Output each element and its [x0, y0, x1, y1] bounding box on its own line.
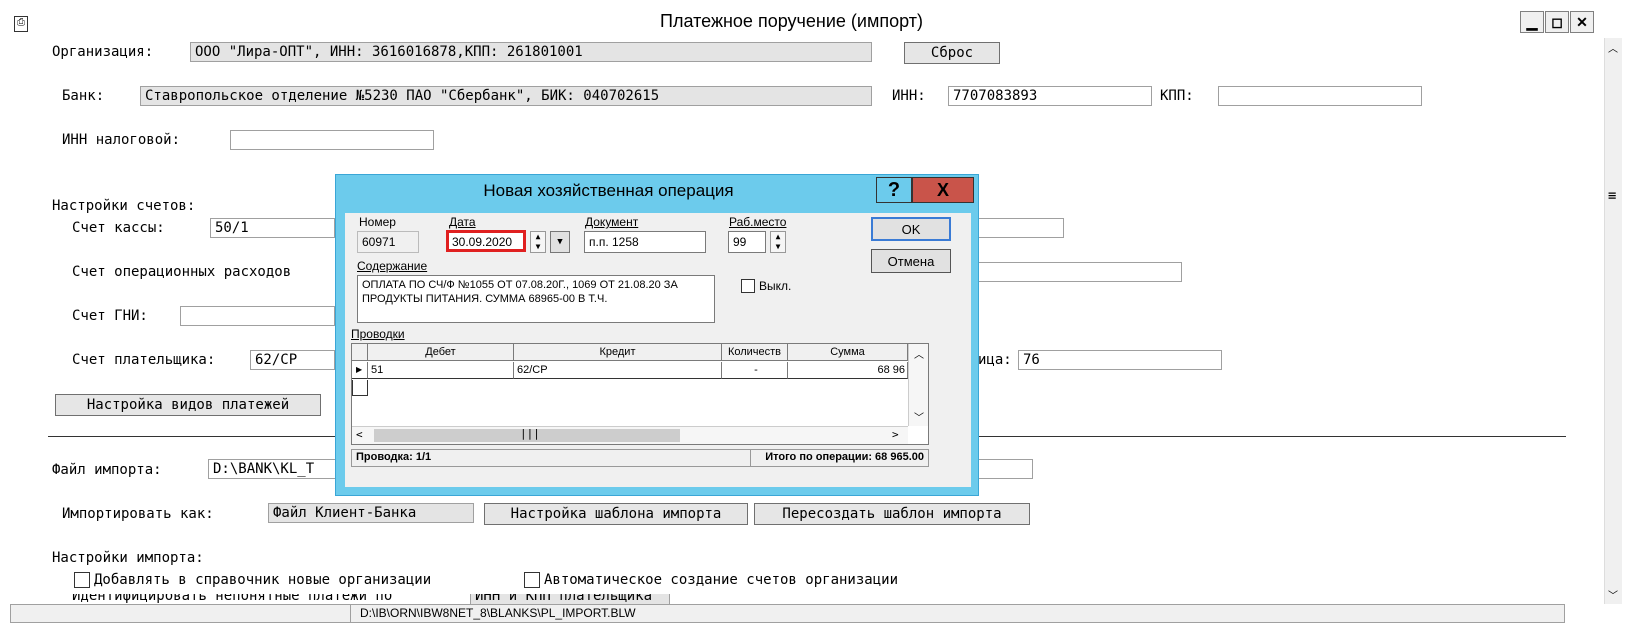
grid-corner: [352, 344, 368, 361]
scroll-down-icon[interactable]: ﹀: [1608, 587, 1618, 602]
import-settings-header: Настройки импорта:: [52, 550, 204, 566]
kpp-label: КПП:: [1160, 88, 1194, 104]
reset-button[interactable]: Сброс: [904, 42, 1000, 64]
template-recreate-button[interactable]: Пересоздать шаблон импорта: [754, 503, 1030, 525]
cut-off-row: Идентифицировать непонятные платежи по И…: [70, 594, 690, 604]
number-label: Номер: [359, 215, 396, 229]
date-label: Дата: [449, 215, 476, 229]
col-qty[interactable]: Количеств: [722, 344, 788, 361]
cash-account-field[interactable]: 50/1: [210, 218, 335, 238]
payer-account-label: Счет плательщика:: [72, 352, 216, 368]
cut-off-field[interactable]: ИНН и КПП плательщика: [470, 594, 670, 604]
template-setup-button[interactable]: Настройка шаблона импорта: [484, 503, 748, 525]
entries-grid: Дебет Кредит Количеств Сумма ▶ 51 62/СР …: [351, 343, 929, 445]
dialog-close-button[interactable]: X: [912, 177, 974, 203]
grid-thumb-grip-icon: |||: [520, 427, 540, 440]
tax-inn-label: ИНН налоговой:: [62, 132, 181, 148]
operation-dialog: Новая хозяйственная операция ? X Номер 6…: [335, 174, 979, 496]
status-bar: [10, 604, 1565, 623]
grid-scroll-down-icon[interactable]: ﹀: [914, 409, 924, 424]
cash-account-label: Счет кассы:: [72, 220, 165, 236]
payment-types-button[interactable]: Настройка видов платежей: [55, 394, 321, 416]
date-dropdown-icon[interactable]: ▼: [550, 231, 570, 253]
grid-hscroll[interactable]: < ||| >: [352, 426, 908, 444]
auto-accounts-checkbox[interactable]: [524, 572, 540, 588]
dialog-footer: Проводка: 1/1 Итого по операции: 68 965.…: [351, 449, 929, 467]
org-label: Организация:: [52, 44, 154, 60]
document-label: Документ: [585, 215, 639, 229]
row-pointer-icon: ▶: [352, 362, 368, 379]
import-file-field[interactable]: D:\BANK\KL_T: [208, 459, 336, 479]
bank-label: Банк:: [62, 88, 105, 104]
recipient-label-suffix: ица:: [978, 352, 1012, 368]
dialog-body: Номер 60971 Дата 30.09.2020 ▲ ▼ ▼ Докумен…: [345, 213, 971, 487]
workplace-field[interactable]: 99: [728, 231, 766, 253]
accounts-header: Настройки счетов:: [52, 198, 196, 214]
off-label: Выкл.: [759, 279, 792, 293]
date-field[interactable]: 30.09.2020: [446, 230, 526, 252]
maximize-button[interactable]: ◻: [1545, 11, 1569, 33]
minimize-button[interactable]: ▁: [1520, 11, 1544, 33]
gni-label: Счет ГНИ:: [72, 308, 148, 324]
help-icon[interactable]: ?: [876, 177, 912, 203]
content-textarea[interactable]: ОПЛАТА ПО СЧ/Ф №1055 ОТ 07.08.20Г., 1069…: [357, 275, 715, 323]
grid-scroll-up-icon[interactable]: ︿: [914, 346, 924, 361]
add-orgs-label: Добавлять в справочник новые организации: [94, 572, 432, 588]
footer-entry-count: Проводка: 1/1: [356, 451, 432, 463]
inn-field[interactable]: 7707083893: [948, 86, 1152, 106]
scroll-up-icon[interactable]: ︿: [1608, 40, 1618, 55]
kpp-field[interactable]: [1218, 86, 1422, 106]
dialog-title: Новая хозяйственная операция: [483, 181, 734, 200]
tax-inn-field[interactable]: [230, 130, 434, 150]
op-expense-field[interactable]: [978, 262, 1182, 282]
status-divider: [350, 604, 351, 623]
workplace-spin-icon[interactable]: ▲ ▼: [770, 231, 786, 253]
close-button[interactable]: ✕: [1570, 11, 1594, 33]
date-spin-icon[interactable]: ▲ ▼: [530, 231, 546, 253]
cell-credit[interactable]: 62/СР: [514, 362, 722, 379]
import-as-field[interactable]: Файл Клиент-Банка: [268, 503, 474, 523]
recipient-account-field[interactable]: 76: [1018, 350, 1222, 370]
status-path: D:\IB\ORN\IBW8NET_8\BLANKS\PL_IMPORT.BLW: [360, 606, 636, 620]
org-field[interactable]: ООО "Лира-ОПТ", ИНН: 3616016878,КПП: 261…: [190, 42, 872, 62]
footer-total: Итого по операции: 68 965.00: [765, 451, 924, 463]
col-credit[interactable]: Кредит: [514, 344, 722, 361]
ok-button[interactable]: OK: [871, 217, 951, 241]
col-debit[interactable]: Дебет: [368, 344, 514, 361]
import-file-extra-field[interactable]: [978, 459, 1033, 479]
add-orgs-checkbox[interactable]: [74, 572, 90, 588]
col-sum[interactable]: Сумма: [788, 344, 908, 361]
document-field[interactable]: п.п. 1258: [584, 231, 706, 253]
inn-label: ИНН:: [892, 88, 926, 104]
content-label: Содержание: [357, 259, 428, 273]
window-title: Платежное поручение (импорт): [660, 11, 923, 31]
cancel-button[interactable]: Отмена: [871, 249, 951, 273]
vertical-scrollbar[interactable]: ︿ ≡ ﹀: [1604, 38, 1622, 604]
gni-field[interactable]: [180, 306, 335, 326]
grid-scroll-right-icon[interactable]: >: [892, 428, 899, 441]
cell-sum[interactable]: 68 96: [788, 362, 908, 379]
off-checkbox[interactable]: [741, 279, 755, 293]
cell-debit[interactable]: 51: [368, 362, 514, 379]
import-as-label: Импортировать как:: [62, 506, 214, 522]
import-file-label: Файл импорта:: [52, 462, 162, 478]
workplace-label: Раб.место: [729, 215, 787, 229]
cash-account-extra-field[interactable]: [978, 218, 1064, 238]
op-expense-label: Счет операционных расходов: [72, 264, 292, 280]
footer-divider: [750, 450, 751, 466]
grid-vscroll[interactable]: ︿ ﹀: [908, 344, 928, 426]
new-row-marker: [352, 380, 368, 396]
grid-scroll-left-icon[interactable]: <: [356, 428, 363, 441]
payer-account-field[interactable]: 62/СР: [250, 350, 335, 370]
cell-qty[interactable]: -: [722, 362, 788, 379]
entries-label: Проводки: [351, 327, 405, 341]
bank-field[interactable]: Ставропольское отделение №5230 ПАО "Сбер…: [140, 86, 872, 106]
scroll-thumb-icon[interactable]: ≡: [1608, 188, 1616, 204]
number-field[interactable]: 60971: [357, 231, 419, 253]
auto-accounts-label: Автоматическое создание счетов организац…: [544, 572, 899, 588]
cut-off-text: Идентифицировать непонятные платежи по: [72, 594, 393, 604]
